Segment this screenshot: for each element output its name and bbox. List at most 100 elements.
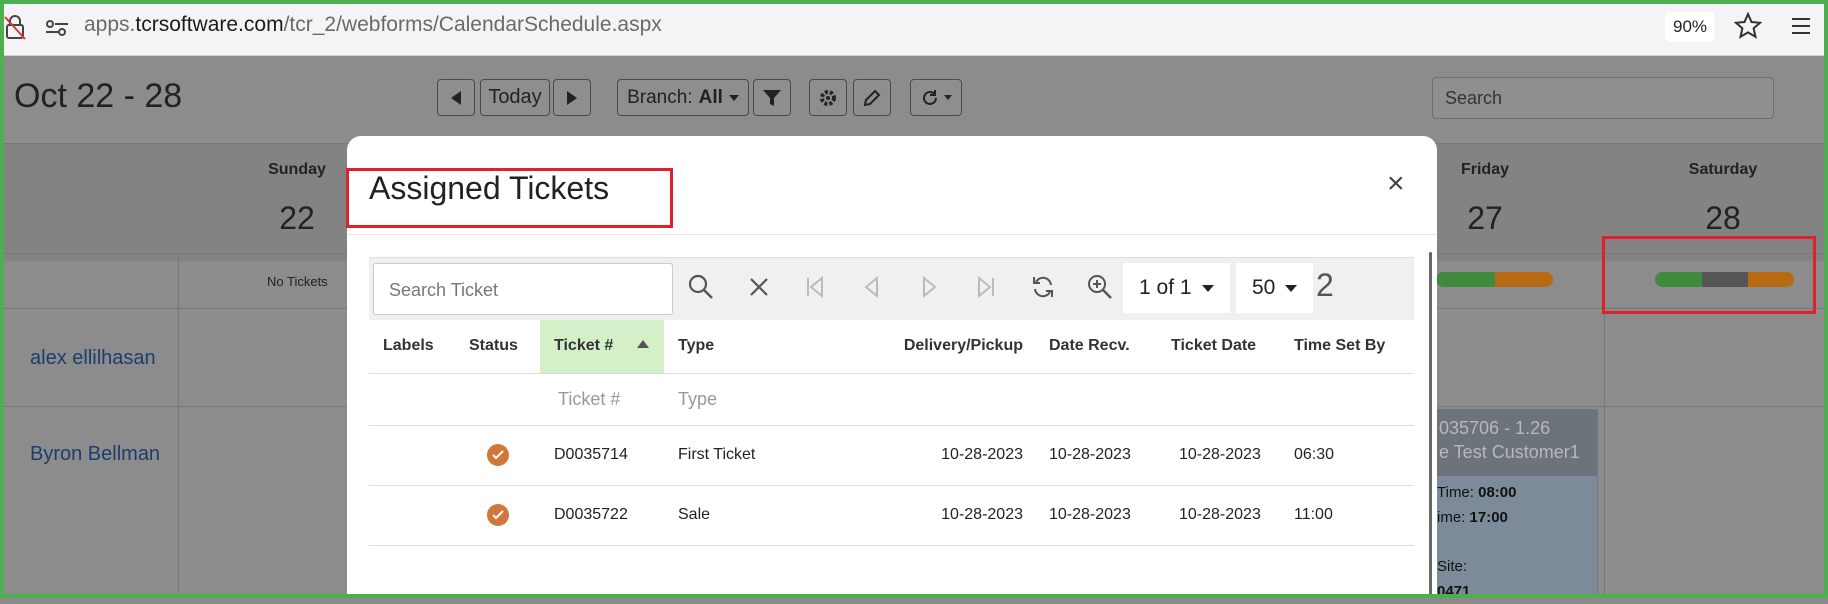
branch-value: All — [698, 86, 723, 108]
status-cell — [455, 485, 540, 546]
column-divider — [178, 253, 179, 598]
time-cell: 06:30 — [1280, 425, 1414, 486]
person-alex[interactable]: alex ellilhasan — [30, 347, 156, 370]
filter-button[interactable] — [753, 79, 791, 116]
record-count: 2 — [1316, 267, 1334, 303]
labels-cell — [369, 425, 455, 486]
clear-x-icon[interactable] — [745, 273, 773, 301]
date-recv-cell: 10-28-2023 — [1035, 485, 1157, 546]
title-highlight-box — [346, 168, 673, 228]
search-icon[interactable] — [687, 273, 715, 301]
card-end-value: 17:00 — [1469, 509, 1508, 526]
refresh-icon[interactable] — [1029, 273, 1057, 301]
modal-scrollbar[interactable] — [1429, 252, 1432, 598]
status-bar-highlight-box — [1602, 236, 1816, 314]
ticket-date-cell: 10-28-2023 — [1157, 485, 1280, 546]
day-number-sunday: 22 — [279, 200, 315, 236]
card-site-value: 0471 — [1437, 583, 1471, 600]
date-range-title: Oct 22 - 28 — [14, 77, 183, 115]
ticket-date-cell: 10-28-2023 — [1157, 425, 1280, 486]
table-row[interactable]: D0035722 Sale 10-28-2023 10-28-2023 10-2… — [369, 485, 1414, 546]
first-page-icon[interactable] — [801, 273, 829, 301]
zoom-level[interactable]: 90% — [1665, 12, 1715, 42]
ticket-header-label: Ticket # — [554, 337, 614, 355]
column-header-status[interactable]: Status — [455, 320, 540, 374]
column-header-ticket[interactable]: Ticket # — [540, 320, 664, 374]
sort-ascending-icon — [637, 340, 650, 349]
table-header-row: Labels Status Ticket # Type Delivery/Pic… — [369, 320, 1414, 374]
card-spacer — [1437, 530, 1597, 554]
bookmark-star-icon[interactable] — [1734, 12, 1762, 40]
column-header-type[interactable]: Type — [664, 320, 882, 374]
browser-toolbar: apps.tcrsoftware.com/tcr_2/webforms/Cale… — [0, 0, 1828, 56]
column-header-time-set-by[interactable]: Time Set By — [1280, 320, 1414, 374]
ticket-grid-toolbar: Search Ticket 1 of 1 50 2 — [369, 257, 1414, 320]
prev-week-button[interactable] — [437, 79, 475, 116]
ticket-number-cell[interactable]: D0035722 — [540, 485, 664, 546]
branch-select[interactable]: Branch: All — [617, 79, 749, 116]
type-cell: First Ticket — [664, 425, 882, 486]
filter-cell — [1157, 373, 1280, 426]
table-row[interactable]: D0035714 First Ticket 10-28-2023 10-28-2… — [369, 425, 1414, 486]
card-site-label: Site: — [1437, 558, 1468, 575]
chevron-down-icon — [1285, 284, 1298, 292]
card-customer-line: e Test Customer1 — [1439, 442, 1580, 462]
ticket-filter-input[interactable]: Ticket # — [540, 373, 664, 426]
url-domain: tcrsoftware.com — [135, 13, 284, 36]
hamburger-menu-icon[interactable] — [1790, 16, 1812, 36]
day-name-saturday: Saturday — [1688, 161, 1758, 178]
schedule-card[interactable]: 035706 - 1.26 e Test Customer1 Time: 08:0… — [1434, 409, 1598, 600]
type-cell: Sale — [664, 485, 882, 546]
next-week-button[interactable] — [553, 79, 591, 116]
filter-cell — [1280, 373, 1414, 426]
column-header-ticket-date[interactable]: Ticket Date — [1157, 320, 1280, 374]
page-size-value: 50 — [1252, 276, 1276, 299]
column-header-labels[interactable]: Labels — [369, 320, 455, 374]
card-start-value: 08:00 — [1478, 484, 1517, 501]
refresh-icon — [923, 89, 937, 105]
column-header-date-recv[interactable]: Date Recv. — [1035, 320, 1157, 374]
gear-icon — [820, 89, 836, 106]
person-byron[interactable]: Byron Bellman — [30, 443, 160, 466]
address-bar[interactable]: apps.tcrsoftware.com/tcr_2/webforms/Cale… — [84, 13, 662, 37]
today-button[interactable]: Today — [480, 79, 550, 116]
triangle-right-icon — [567, 90, 577, 105]
calendar-search-input[interactable]: Search — [1432, 77, 1774, 119]
site-settings-icon[interactable] — [44, 18, 70, 38]
ticket-number-cell[interactable]: D0035714 — [540, 425, 664, 486]
labels-cell — [369, 485, 455, 546]
filter-row: Ticket # Type — [369, 373, 1414, 426]
card-body: Time: 08:00 ime: 17:00 Site: 0471 — [1435, 476, 1597, 604]
refresh-dropdown-button[interactable] — [910, 79, 962, 116]
close-icon[interactable]: × — [1387, 169, 1405, 199]
bar-segment-orange — [1494, 272, 1553, 287]
edit-button[interactable] — [853, 79, 891, 116]
status-cell — [455, 425, 540, 486]
friday-status-bar[interactable] — [1436, 272, 1553, 287]
settings-button[interactable] — [809, 79, 847, 116]
type-filter-input[interactable]: Type — [664, 373, 882, 426]
url-prefix: apps. — [84, 13, 136, 36]
check-circle-icon — [487, 444, 509, 466]
url-path: /tcr_2/webforms/CalendarSchedule.aspx — [283, 13, 662, 36]
page-size-select[interactable]: 50 — [1236, 263, 1314, 313]
filter-cell — [882, 373, 1035, 426]
bar-segment-green — [1436, 272, 1495, 287]
header-divider — [347, 234, 1437, 235]
card-end-label: ime: — [1437, 509, 1466, 526]
card-ticket-line: 035706 - 1.26 — [1439, 418, 1551, 438]
ticket-search-input[interactable]: Search Ticket — [373, 263, 673, 315]
column-header-delivery[interactable]: Delivery/Pickup — [882, 320, 1035, 374]
last-page-icon[interactable] — [972, 273, 1000, 301]
next-page-icon[interactable] — [915, 273, 943, 301]
branch-label: Branch: — [627, 86, 693, 108]
zoom-in-icon[interactable] — [1086, 273, 1114, 301]
page-indicator: 1 of 1 — [1139, 276, 1192, 299]
insecure-lock-icon[interactable] — [4, 14, 26, 40]
card-header: 035706 - 1.26 e Test Customer1 — [1435, 410, 1597, 476]
prev-page-icon[interactable] — [858, 273, 886, 301]
filter-cell — [455, 373, 540, 426]
no-tickets-label: No Tickets — [267, 274, 328, 289]
day-name-friday: Friday — [1460, 161, 1509, 178]
page-select[interactable]: 1 of 1 — [1123, 263, 1230, 313]
